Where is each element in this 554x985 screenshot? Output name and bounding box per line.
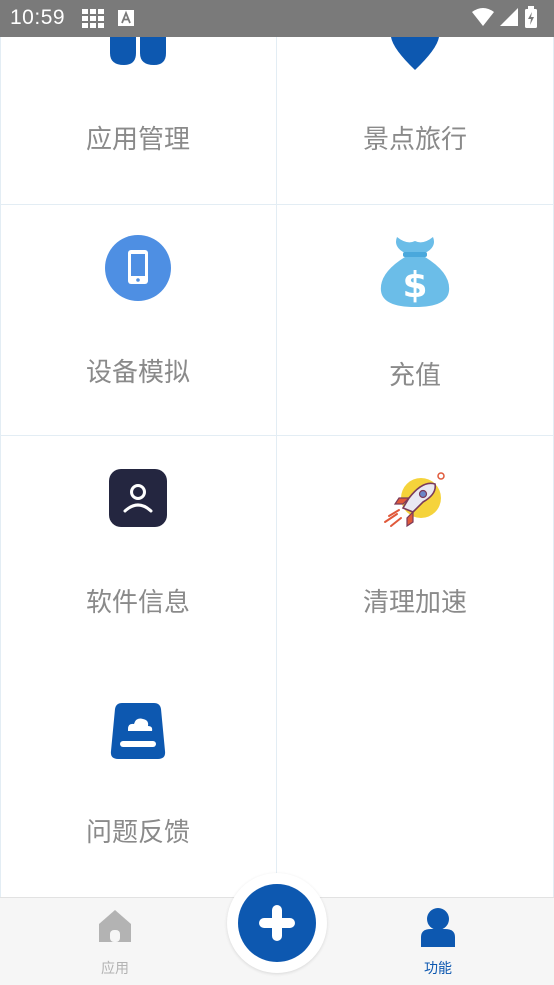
tile-label: 问题反馈 xyxy=(85,818,190,848)
tile-label: 设备模拟 xyxy=(85,358,190,388)
location-pin-icon xyxy=(391,37,439,70)
tile-label: 景点旅行 xyxy=(362,125,467,155)
tile-label: 充值 xyxy=(388,361,441,391)
tile-scenic-travel[interactable]: 景点旅行 xyxy=(277,37,553,204)
grid-notification-icon xyxy=(82,9,104,28)
tile-label: 应用管理 xyxy=(85,125,190,155)
tile-clean-speedup[interactable]: 清理加速 xyxy=(277,436,553,666)
tab-functions[interactable]: 功能 xyxy=(378,898,498,985)
person-icon xyxy=(421,908,455,947)
plus-icon xyxy=(259,905,295,941)
rocket-icon xyxy=(384,472,445,528)
svg-text:$: $ xyxy=(402,265,427,306)
tab-label: 功能 xyxy=(424,961,452,977)
status-time: 10:59 xyxy=(10,6,66,29)
status-indicators xyxy=(472,6,537,28)
user-profile-icon xyxy=(109,469,167,527)
add-button[interactable] xyxy=(238,884,316,962)
home-icon xyxy=(99,910,131,942)
battery-icon xyxy=(525,6,537,28)
phone-icon xyxy=(105,235,171,301)
signal-icon xyxy=(500,8,518,26)
tile-label: 软件信息 xyxy=(85,588,190,618)
tab-apps[interactable]: 应用 xyxy=(55,898,175,985)
tile-feedback[interactable]: 问题反馈 xyxy=(0,667,276,897)
tile-app-management[interactable]: 应用管理 xyxy=(0,37,276,204)
wifi-icon xyxy=(472,8,494,26)
cloud-feedback-icon xyxy=(110,703,166,759)
app-management-icon xyxy=(110,37,166,65)
status-bar: 10:59 xyxy=(0,0,554,37)
tile-label: 清理加速 xyxy=(362,588,467,618)
a-notification-icon xyxy=(118,10,134,26)
feature-grid: 应用管理 景点旅行 设备模拟 $ 充值 软件信息 清理加速 问题反馈 xyxy=(0,37,554,897)
tile-recharge[interactable]: $ 充值 xyxy=(277,205,553,435)
tile-software-info[interactable]: 软件信息 xyxy=(0,436,276,666)
tile-device-simulation[interactable]: 设备模拟 xyxy=(0,205,276,435)
tab-label: 应用 xyxy=(101,961,129,977)
money-bag-icon: $ xyxy=(380,237,450,307)
